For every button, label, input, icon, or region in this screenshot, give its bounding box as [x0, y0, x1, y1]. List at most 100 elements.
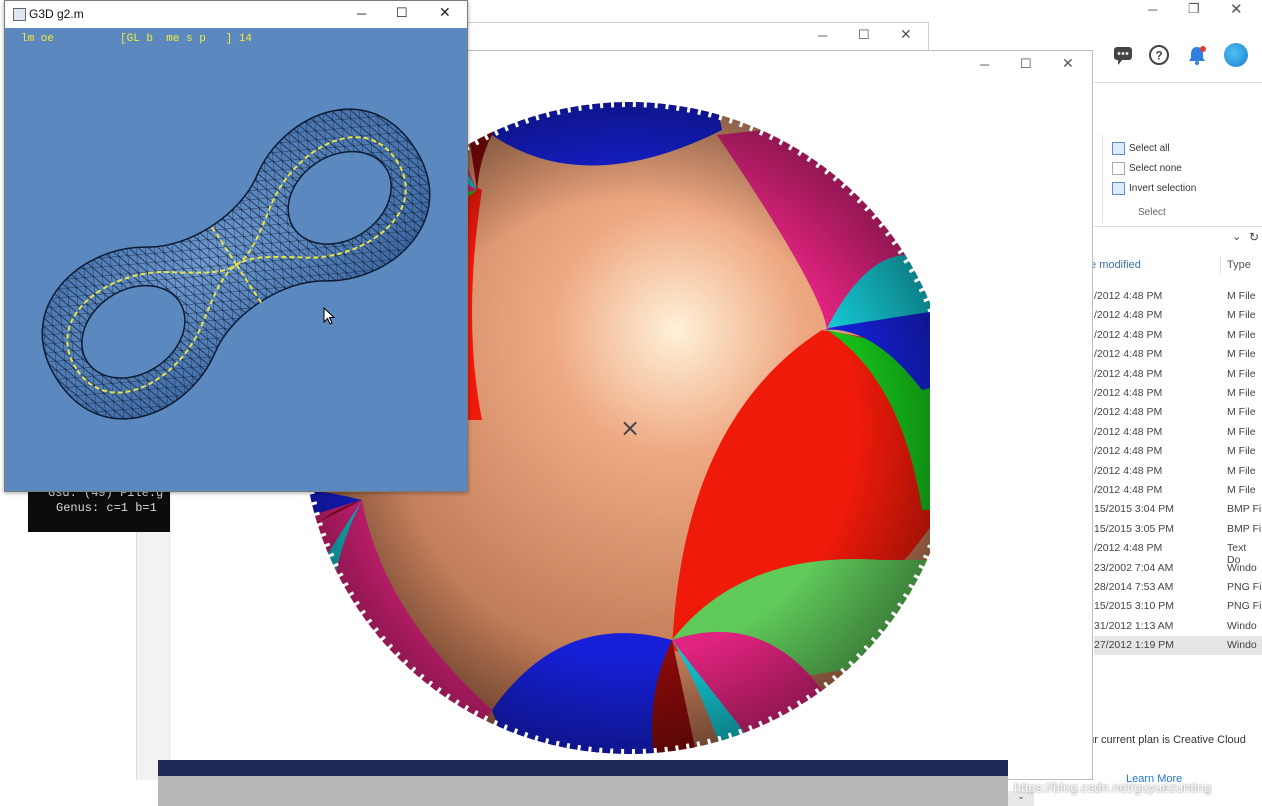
- file-date-modified: /2012 4:48 PM: [1094, 445, 1163, 457]
- file-date-modified: 31/2012 1:13 AM: [1094, 620, 1174, 632]
- file-list-row[interactable]: 15/2015 3:05 PM BMP Fi: [1094, 520, 1262, 539]
- close-icon[interactable]: ✕: [900, 26, 912, 43]
- close-icon[interactable]: ✕: [1230, 0, 1243, 18]
- file-date-modified: /2012 4:48 PM: [1094, 329, 1163, 341]
- file-type: M File: [1227, 465, 1256, 477]
- file-date-modified: 15/2015 3:10 PM: [1094, 600, 1174, 612]
- file-type: BMP Fi: [1227, 523, 1262, 535]
- file-type: M File: [1227, 309, 1256, 321]
- select-all-icon: [1112, 142, 1125, 155]
- file-list-row[interactable]: /2012 4:48 PM M File: [1094, 306, 1262, 325]
- file-list-row[interactable]: 31/2012 1:13 AM Windo: [1094, 617, 1262, 636]
- file-list-row[interactable]: /2012 4:48 PM M File: [1094, 481, 1262, 500]
- file-date-modified: /2012 4:48 PM: [1094, 348, 1163, 360]
- column-header-date-modified[interactable]: te modified: [1087, 259, 1141, 271]
- g3d-title-bar[interactable]: G3D g2.m ─ ☐ ✕: [5, 1, 467, 28]
- file-list-row[interactable]: 15/2015 3:04 PM BMP Fi: [1094, 500, 1262, 519]
- file-date-modified: 23/2002 7:04 AM: [1094, 562, 1174, 574]
- file-date-modified: /2012 4:48 PM: [1094, 426, 1163, 438]
- file-list-row[interactable]: /2012 4:48 PM M File: [1094, 442, 1262, 461]
- app-icon: [13, 8, 26, 21]
- select-all-button[interactable]: Select all: [1112, 142, 1170, 155]
- minimize-icon[interactable]: ─: [980, 57, 989, 72]
- minimize-icon[interactable]: ─: [818, 28, 827, 43]
- column-header-type[interactable]: Type: [1227, 259, 1251, 271]
- column-divider[interactable]: [1220, 256, 1221, 274]
- file-type: M File: [1227, 484, 1256, 496]
- mouse-cursor-icon: [323, 307, 336, 325]
- file-list-row[interactable]: /2012 4:48 PM M File: [1094, 345, 1262, 364]
- file-date-modified: /2012 4:48 PM: [1094, 387, 1163, 399]
- file-date-modified: /2012 4:48 PM: [1094, 484, 1163, 496]
- file-list-row[interactable]: /2012 4:48 PM M File: [1094, 423, 1262, 442]
- file-type: M File: [1227, 290, 1256, 302]
- close-icon[interactable]: ✕: [439, 4, 451, 21]
- window-title: G3D g2.m: [29, 7, 84, 21]
- file-type: PNG Fi: [1227, 581, 1262, 593]
- file-list-row[interactable]: /2012 4:48 PM M File: [1094, 462, 1262, 481]
- file-type: PNG Fi: [1227, 600, 1262, 612]
- refresh-icon[interactable]: ↻: [1249, 230, 1259, 244]
- file-list-row[interactable]: 28/2014 7:53 AM PNG Fi: [1094, 578, 1262, 597]
- maximize-icon[interactable]: ☐: [396, 5, 408, 21]
- maximize-icon[interactable]: ☐: [1020, 56, 1032, 72]
- minimize-icon[interactable]: ─: [357, 6, 366, 21]
- account-avatar[interactable]: [1224, 43, 1248, 67]
- file-list-row[interactable]: 27/2012 1:19 PM Windo: [1094, 636, 1262, 655]
- file-list-row[interactable]: /2012 4:48 PM M File: [1094, 287, 1262, 306]
- file-date-modified: 27/2012 1:19 PM: [1094, 639, 1174, 651]
- file-type: M File: [1227, 348, 1256, 360]
- svg-text:?: ?: [1155, 49, 1162, 63]
- file-type: M File: [1227, 387, 1256, 399]
- file-type: BMP Fi: [1227, 503, 1262, 515]
- minimize-icon[interactable]: ─: [1148, 2, 1157, 17]
- chat-icon[interactable]: [1112, 44, 1134, 66]
- file-date-modified: /2012 4:48 PM: [1094, 290, 1163, 302]
- file-type: M File: [1227, 406, 1256, 418]
- taskbar-preview-strip: [158, 776, 1008, 806]
- file-date-modified: 28/2014 7:53 AM: [1094, 581, 1174, 593]
- select-group-label: Select: [1138, 207, 1166, 218]
- invert-selection-button[interactable]: Invert selection: [1112, 182, 1196, 195]
- chevron-down-icon[interactable]: ⌄: [1232, 230, 1241, 243]
- file-type: Windo: [1227, 639, 1257, 651]
- file-type: Windo: [1227, 620, 1257, 632]
- file-type: Windo: [1227, 562, 1257, 574]
- file-type: M File: [1227, 368, 1256, 380]
- file-date-modified: /2012 4:48 PM: [1094, 309, 1163, 321]
- file-list-row[interactable]: /2012 4:48 PM M File: [1094, 365, 1262, 384]
- file-date-modified: /2012 4:48 PM: [1094, 406, 1163, 418]
- file-date-modified: /2012 4:48 PM: [1094, 542, 1163, 554]
- ribbon-divider: [1094, 82, 1262, 83]
- plan-promo-text: ur current plan is Creative Cloud: [1088, 734, 1246, 746]
- file-type: M File: [1227, 329, 1256, 341]
- file-list-row[interactable]: /2012 4:48 PM M File: [1094, 384, 1262, 403]
- file-date-modified: /2012 4:48 PM: [1094, 368, 1163, 380]
- select-none-button[interactable]: Select none: [1112, 162, 1182, 175]
- ribbon-bottom-border: [1094, 226, 1262, 227]
- editor-gutter: [136, 490, 171, 780]
- watermark-text: https://blog.csdn.net/guyuezunting: [1014, 780, 1212, 795]
- help-icon[interactable]: ?: [1148, 44, 1170, 66]
- file-date-modified: /2012 4:48 PM: [1094, 465, 1163, 477]
- bell-icon[interactable]: [1186, 44, 1208, 66]
- file-list-row[interactable]: /2012 4:48 PM Text Do: [1094, 539, 1262, 566]
- invert-selection-icon: [1112, 182, 1125, 195]
- restore-icon[interactable]: ❐: [1188, 1, 1200, 17]
- ribbon-separator: [1102, 135, 1103, 223]
- file-list-row[interactable]: 15/2015 3:10 PM PNG Fi: [1094, 597, 1262, 616]
- file-type: M File: [1227, 426, 1256, 438]
- file-date-modified: 15/2015 3:04 PM: [1094, 503, 1174, 515]
- select-none-icon: [1112, 162, 1125, 175]
- file-list-row[interactable]: /2012 4:48 PM M File: [1094, 326, 1262, 345]
- file-list-row[interactable]: 23/2002 7:04 AM Windo: [1094, 559, 1262, 578]
- file-list-row[interactable]: /2012 4:48 PM M File: [1094, 403, 1262, 422]
- maximize-icon[interactable]: ☐: [858, 27, 870, 43]
- file-type: M File: [1227, 445, 1256, 457]
- close-icon[interactable]: ✕: [1062, 55, 1074, 72]
- console-line: Genus: c=1 b=1: [56, 501, 157, 515]
- center-marker: ×: [620, 414, 640, 442]
- g3d-viewer-window[interactable]: G3D g2.m ─ ☐ ✕ lm oe [GL b me s p ] 14: [4, 0, 468, 492]
- file-date-modified: 15/2015 3:05 PM: [1094, 523, 1174, 535]
- genus-two-surface-mesh[interactable]: [5, 29, 467, 491]
